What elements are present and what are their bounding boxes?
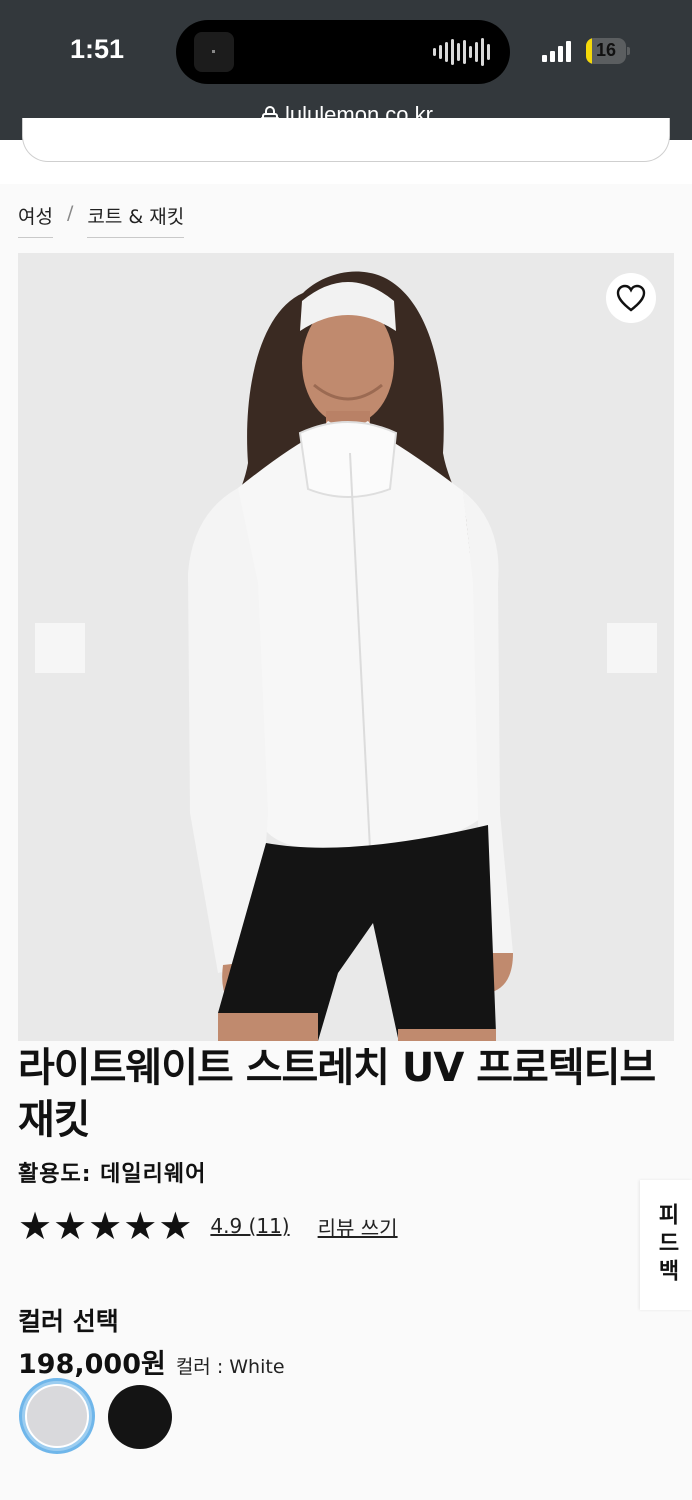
color-select-heading: 컬러 선택 (18, 1307, 119, 1336)
star-icon: ★ (88, 1204, 123, 1248)
dynamic-island[interactable] (176, 20, 510, 84)
battery-percent: 16 (595, 40, 617, 60)
heart-icon (616, 284, 646, 312)
rating-stars: ★ ★ ★ ★ ★ (18, 1206, 192, 1246)
audio-waveform-icon (433, 38, 490, 66)
product-activity: 활용도: 데일리웨어 (18, 1162, 207, 1187)
product-rating: ★ ★ ★ ★ ★ 4.9 (11) 리뷰 쓰기 (18, 1206, 398, 1246)
star-icon: ★ (53, 1204, 88, 1248)
now-playing-artwork (194, 32, 234, 72)
breadcrumb-coats-jackets[interactable]: 코트 & 재킷 (87, 202, 185, 238)
wishlist-heart-button[interactable] (606, 273, 656, 323)
star-icon: ★ (158, 1204, 193, 1248)
status-time: 1:51 (70, 34, 125, 64)
product-price: 198,000원 (18, 1349, 166, 1380)
breadcrumb-women[interactable]: 여성 (18, 202, 53, 238)
write-review-link[interactable]: 리뷰 쓰기 (318, 1212, 398, 1241)
color-swatch-white[interactable] (25, 1384, 89, 1448)
product-image[interactable] (18, 253, 674, 1041)
breadcrumb-separator: / (66, 202, 74, 224)
feedback-tab-label: 피드백 (654, 1203, 679, 1287)
color-swatch-black[interactable] (108, 1385, 172, 1449)
price-row: 198,000원 컬러 : White (18, 1342, 285, 1381)
cellular-signal-icon (542, 40, 571, 62)
feedback-tab[interactable]: 피드백 (640, 1180, 692, 1310)
battery-icon: 16 (586, 38, 626, 64)
image-prev-button[interactable] (35, 623, 85, 673)
product-photo-jacket (18, 253, 674, 1041)
breadcrumb: 여성 / 코트 & 재킷 (18, 202, 185, 238)
star-icon: ★ (123, 1204, 158, 1248)
selected-color-label: 컬러 : White (175, 1356, 285, 1378)
rating-link[interactable]: 4.9 (11) (210, 1214, 289, 1238)
product-title: 라이트웨이트 스트레치 UV 프로텍티브 재킷 (18, 1045, 656, 1143)
image-next-button[interactable] (607, 623, 657, 673)
star-icon: ★ (18, 1204, 53, 1248)
battery-cap (627, 47, 630, 55)
search-bar[interactable] (22, 118, 670, 162)
